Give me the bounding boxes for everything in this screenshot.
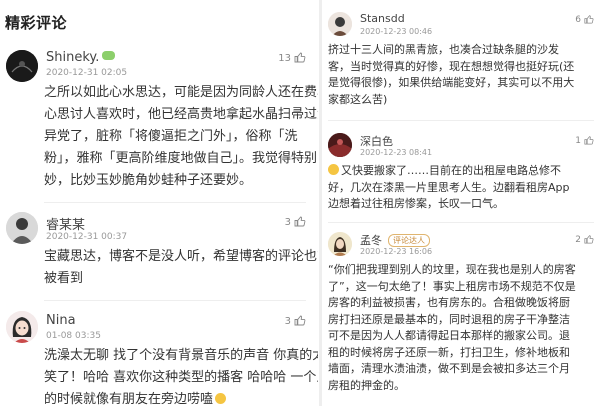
comment-line: 异党了，脏称「将傻逼拒之门外」，俗称「洗: [44, 129, 298, 144]
like-button[interactable]: 13: [278, 51, 306, 64]
avatar[interactable]: [328, 232, 352, 256]
comment-line: 洗澡太无聊 找了个没有背景音乐的声音 你真的太好: [44, 348, 318, 363]
like-count: 3: [284, 316, 291, 327]
comment-line-text: 又快要搬家了……目前在的出租屋电路总修不: [341, 164, 561, 177]
like-button[interactable]: 3: [285, 314, 306, 327]
comment-line: 租的时候将房子还原一新，打扫卫生，修补地板和: [328, 345, 570, 359]
thumb-up-icon: [584, 235, 594, 244]
like-count: 6: [575, 15, 581, 25]
thumb-up-icon: [294, 315, 306, 326]
comment-line: 客，当时觉得真的好惨，现在想想觉得也挺好玩(还: [328, 59, 575, 73]
expert-badge: 评论达人: [388, 234, 430, 247]
commenter-name-text[interactable]: 孟冬: [360, 234, 382, 247]
comment-time: 2020-12-31 00:37: [46, 232, 128, 242]
comment-time: 2020-12-23 00:46: [360, 27, 433, 36]
thumb-up-icon: [584, 136, 594, 145]
comment-line: 房打扫还原是最基本的，同时退租的房子干净整洁: [328, 312, 570, 326]
avatar[interactable]: [6, 50, 38, 82]
divider: [328, 120, 594, 121]
right-comment-panel: Stansdd 2020-12-23 00:46 6 挤过十三人间的黑青旅，也凑…: [322, 0, 600, 406]
comment-line: 笑了！哈哈 喜欢你这种类型的播客 哈哈哈 一个人: [44, 370, 318, 385]
emoji-icon: [328, 164, 339, 175]
comment-text: 又快要搬家了……目前在的出租屋电路总修不 好，几次在漆黑一片里思考人生。边翻看租…: [328, 163, 570, 213]
comment-line: 被看到: [44, 271, 84, 286]
section-title: 精彩评论: [5, 14, 68, 32]
divider: [44, 202, 306, 203]
comment-text: 宝藏思达，博客不是没人听，希望博客的评论也能 被看到: [44, 246, 318, 290]
comment-text: 洗澡太无聊 找了个没有背景音乐的声音 你真的太好 笑了！哈哈 喜欢你这种类型的播…: [44, 345, 318, 406]
comment-line: 墙面，清理水渍油渍，做不到是会被扣多达三个月: [328, 362, 570, 375]
comment-line: 的时候就像有朋友在旁边唠嗑: [44, 389, 318, 406]
comment-item: 孟冬 评论达人 2020-12-23 16:06 2 “你们把我理到别人的坟里，现…: [322, 232, 600, 406]
comment-item: Stansdd 2020-12-23 00:46 6 挤过十三人间的黑青旅，也凑…: [322, 12, 600, 117]
vip-badge-icon: [102, 51, 116, 60]
comment-line: 粉」，雅称「更高阶维度地做自己」。我觉得特别: [44, 151, 318, 166]
like-button[interactable]: 1: [575, 135, 594, 146]
comment-line: 心思讨人喜欢时，他已经高贵地拿起水晶扫帚过滤: [44, 107, 318, 122]
comment-line: 挤过十三人间的黑青旅，也凑合过缺条腿的沙发: [328, 43, 559, 56]
comment-item: 深白色 2020-12-23 08:41 1 又快要搬家了……目前在的出租屋电路…: [322, 133, 600, 223]
comment-line: 是觉得很惨)，如果供给端能变好，其实可以不用大: [328, 76, 575, 89]
comment-line: 家都这么苦): [328, 92, 388, 106]
comment-line: 房租的押金的。: [328, 378, 405, 392]
emoji-icon: [215, 393, 227, 404]
like-button[interactable]: 6: [575, 14, 594, 25]
comment-item: Nina 01-08 03:35 3 洗澡太无聊 找了个没有背景音乐的声音 你真…: [0, 311, 318, 406]
comment-time: 01-08 03:35: [46, 331, 101, 341]
comment-text: 之所以如此心水思达，可能是因为同龄人还在费尽 心思讨人喜欢时，他已经高贵地拿起水…: [44, 82, 318, 192]
divider: [328, 222, 594, 223]
commenter-name-text[interactable]: Shineky.: [46, 50, 99, 65]
comment-line: 了”，这一句太绝了！事实上租房市场不规范不仅是: [328, 279, 576, 293]
commenter-name[interactable]: 睿某某: [46, 214, 85, 233]
comment-time: 2020-12-23 16:06: [360, 247, 433, 256]
comment-text: “你们把我理到别人的坟里，现在我也是别人的房客 了”，这一句太绝了！事实上租房市…: [328, 262, 576, 394]
avatar[interactable]: [328, 133, 352, 157]
comment-item: Shineky. 2020-12-31 02:05 13 之所以如此心水思达，可…: [0, 48, 318, 196]
like-count: 1: [575, 136, 581, 146]
like-button[interactable]: 2: [575, 234, 594, 245]
commenter-name[interactable]: Nina: [46, 313, 76, 328]
comment-line: 之所以如此心水思达，可能是因为同龄人还在费尽: [44, 85, 318, 100]
commenter-name[interactable]: 孟冬 评论达人: [360, 232, 430, 248]
commenter-name[interactable]: Stansdd: [360, 12, 405, 25]
comment-line: 又快要搬家了……目前在的出租屋电路总修不: [328, 163, 570, 180]
comment-line: 边想着过往租房惨案，长叹一口气。: [328, 197, 504, 210]
like-count: 2: [575, 235, 581, 245]
avatar[interactable]: [6, 311, 38, 343]
comment-time: 2020-12-31 02:05: [46, 68, 128, 78]
like-count: 13: [278, 53, 291, 64]
comment-line: 妙，比妙玉妙脆角妙蛙种子还要妙。: [44, 173, 253, 188]
like-count: 3: [284, 217, 291, 228]
comment-line: 房客的利益被损害，也有房东的。合租做晚饭将厨: [328, 296, 570, 309]
comment-text: 挤过十三人间的黑青旅，也凑合过缺条腿的沙发 客，当时觉得真的好惨，现在想想觉得也…: [328, 42, 574, 108]
commenter-name[interactable]: Shineky.: [46, 50, 116, 65]
comment-item: 睿某某 2020-12-31 00:37 3 宝藏思达，博客不是没人听，希望博客…: [0, 212, 318, 292]
left-comment-panel: 精彩评论 Shineky. 2020-12-31 02:05 13 之所以如此心…: [0, 0, 318, 406]
thumb-up-icon: [294, 52, 306, 63]
thumb-up-icon: [584, 15, 594, 24]
avatar[interactable]: [6, 212, 38, 244]
commenter-name[interactable]: 深白色: [360, 133, 393, 149]
avatar[interactable]: [328, 12, 352, 36]
comment-line-text: 的时候就像有朋友在旁边唠嗑: [44, 392, 214, 406]
comment-line: 好，几次在漆黑一片里思考人生。边翻看租房App: [328, 180, 570, 194]
comment-line: “你们把我理到别人的坟里，现在我也是别人的房客: [328, 263, 576, 276]
thumb-up-icon: [294, 216, 306, 227]
comment-time: 2020-12-23 08:41: [360, 148, 433, 157]
divider: [44, 300, 306, 301]
comment-line: 宝藏思达，博客不是没人听，希望博客的评论也能: [44, 249, 318, 264]
comment-line: 可不是因为人人都请得起日本那样的搬家公司。退: [328, 329, 570, 342]
like-button[interactable]: 3: [285, 215, 306, 228]
